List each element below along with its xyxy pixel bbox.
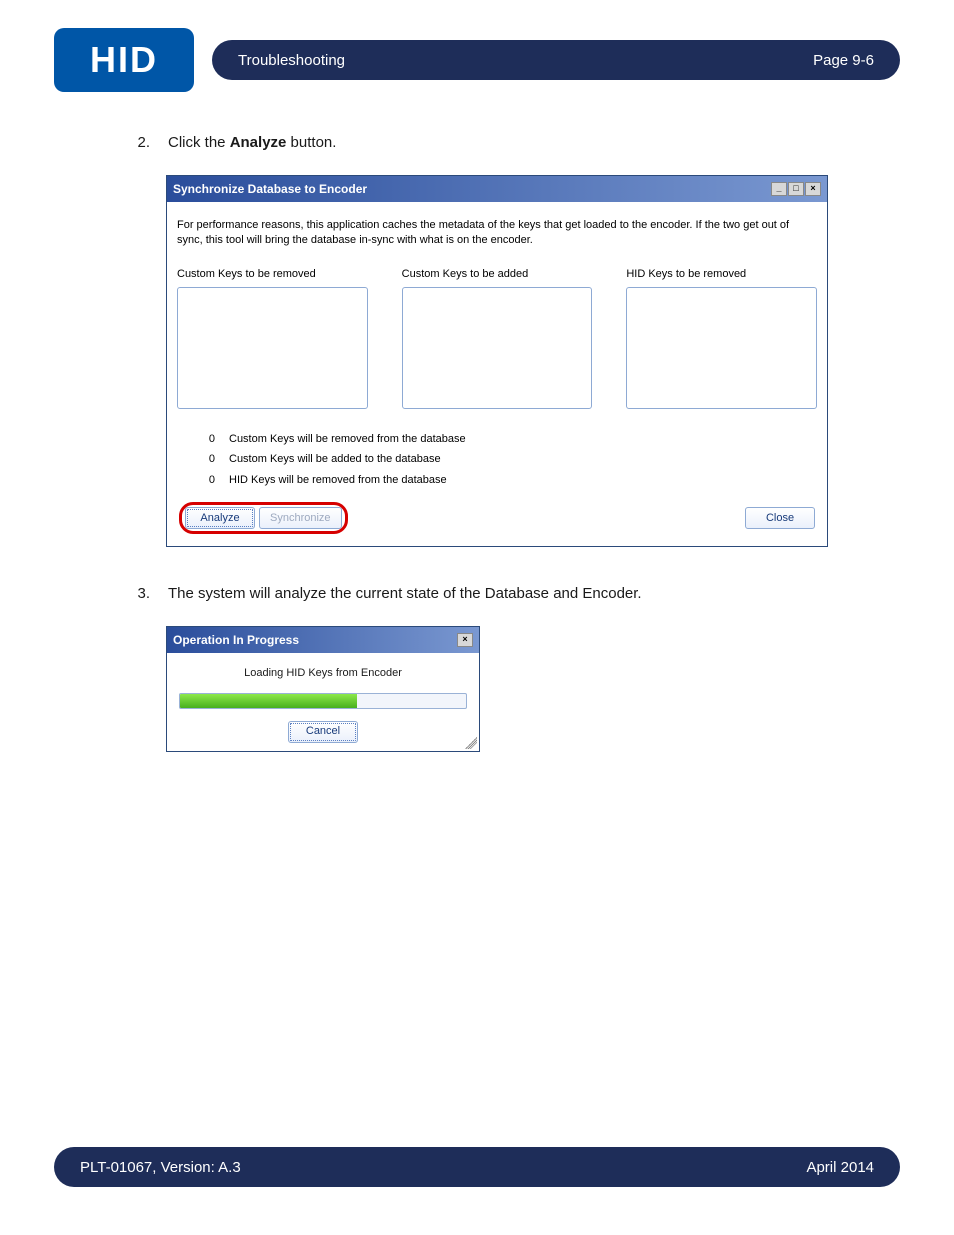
dialog-title-text: Synchronize Database to Encoder <box>173 180 367 198</box>
col-label: Custom Keys to be added <box>402 266 593 283</box>
dialog-titlebar[interactable]: Operation In Progress × <box>167 627 479 653</box>
footer-right: April 2014 <box>806 1159 874 1176</box>
hid-logo: HID <box>54 28 194 92</box>
columns: Custom Keys to be removed Custom Keys to… <box>177 266 817 409</box>
dialog-title-text: Operation In Progress <box>173 631 299 649</box>
col-add-custom: Custom Keys to be added <box>402 266 593 409</box>
dialog-body: Loading HID Keys from Encoder Cancel <box>167 653 479 751</box>
header-bar: Troubleshooting Page 9-6 <box>212 40 900 80</box>
close-icon[interactable]: × <box>457 633 473 647</box>
footer-bar: PLT-01067, Version: A.3 April 2014 <box>54 1147 900 1187</box>
step-2: 2. Click the Analyze button. <box>134 132 820 155</box>
col-label: HID Keys to be removed <box>626 266 817 283</box>
close-icon[interactable]: × <box>805 182 821 196</box>
close-button[interactable]: Close <box>745 507 815 529</box>
sync-dialog: Synchronize Database to Encoder _ □ × Fo… <box>166 175 828 548</box>
window-controls: _ □ × <box>771 182 821 196</box>
cancel-button[interactable]: Cancel <box>288 721 358 743</box>
step-number: 3. <box>134 583 150 606</box>
analyze-button[interactable]: Analyze <box>185 507 255 529</box>
resize-grip-icon[interactable] <box>465 737 477 749</box>
step-number: 2. <box>134 132 150 155</box>
progress-status: Loading HID Keys from Encoder <box>179 665 467 682</box>
col-label: Custom Keys to be removed <box>177 266 368 283</box>
synchronize-button[interactable]: Synchronize <box>259 507 342 529</box>
step-text: The system will analyze the current stat… <box>168 583 642 606</box>
page-header: HID Troubleshooting Page 9-6 <box>0 0 954 92</box>
maximize-icon[interactable]: □ <box>788 182 804 196</box>
summary-list: 0 Custom Keys will be removed from the d… <box>205 431 817 489</box>
dialog-description: For performance reasons, this applicatio… <box>177 218 817 249</box>
left-buttons: Analyze Synchronize <box>179 502 348 534</box>
step-3: 3. The system will analyze the current s… <box>134 583 820 606</box>
summary-row: 0 Custom Keys will be added to the datab… <box>205 451 817 468</box>
dialog-button-row: Analyze Synchronize Close <box>177 502 817 536</box>
step-text: Click the Analyze button. <box>168 132 336 155</box>
dialog-titlebar[interactable]: Synchronize Database to Encoder _ □ × <box>167 176 827 202</box>
header-title: Troubleshooting <box>238 52 345 69</box>
summary-row: 0 HID Keys will be removed from the data… <box>205 472 817 489</box>
page-content: 2. Click the Analyze button. Synchronize… <box>0 92 954 752</box>
progress-fill <box>180 694 357 708</box>
minimize-icon[interactable]: _ <box>771 182 787 196</box>
col-remove-hid: HID Keys to be removed <box>626 266 817 409</box>
highlight-circle: Analyze Synchronize <box>179 502 348 534</box>
logo-text: HID <box>90 39 158 81</box>
listbox-remove-custom[interactable] <box>177 287 368 409</box>
progress-bar <box>179 693 467 709</box>
listbox-remove-hid[interactable] <box>626 287 817 409</box>
summary-row: 0 Custom Keys will be removed from the d… <box>205 431 817 448</box>
header-page: Page 9-6 <box>813 52 874 69</box>
progress-dialog: Operation In Progress × Loading HID Keys… <box>166 626 480 752</box>
dialog-body: For performance reasons, this applicatio… <box>167 202 827 547</box>
col-remove-custom: Custom Keys to be removed <box>177 266 368 409</box>
footer-left: PLT-01067, Version: A.3 <box>80 1159 241 1176</box>
window-controls: × <box>457 633 473 647</box>
listbox-add-custom[interactable] <box>402 287 593 409</box>
